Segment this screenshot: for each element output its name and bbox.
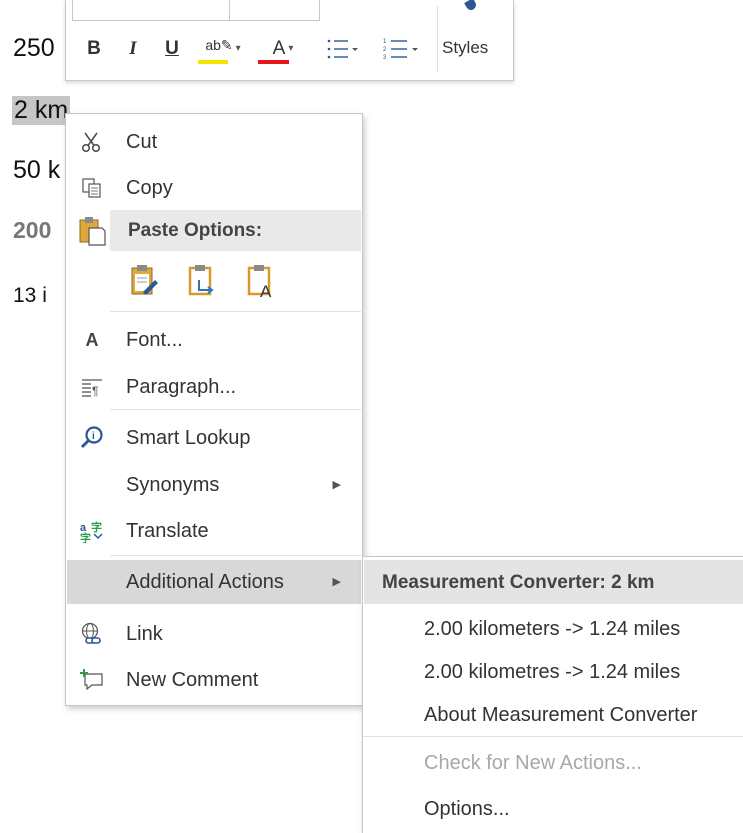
doc-line-2-selected: 2 km: [12, 96, 71, 125]
numbered-list-icon: 1 2 3: [383, 39, 418, 61]
styles-brush-icon: [464, 0, 478, 12]
svg-text:i: i: [92, 431, 95, 442]
menu-item-label: Synonyms: [126, 474, 220, 496]
smart-lookup-icon: i: [79, 425, 105, 451]
menu-item-paragraph[interactable]: ¶ Paragraph...: [67, 365, 361, 409]
menu-item-new-comment[interactable]: New Comment: [67, 658, 361, 702]
paste-keep-text-only-icon[interactable]: A: [246, 262, 278, 300]
menu-item-label: Paragraph...: [126, 376, 237, 398]
styles-button[interactable]: Styles: [442, 38, 488, 58]
translate-icon: a字字: [79, 518, 105, 544]
menu-item-label: New Comment: [126, 669, 259, 691]
menu-item-label: Copy: [126, 177, 173, 199]
menu-item-smart-lookup[interactable]: i Smart Lookup: [67, 416, 361, 460]
new-comment-icon: [79, 667, 105, 693]
chevron-down-icon: ▾: [288, 43, 294, 54]
svg-text:2: 2: [383, 47, 387, 53]
font-selector-boxes[interactable]: [72, 0, 320, 21]
doc-line-5: 13 i: [13, 284, 47, 307]
submenu-item-check-new-actions: Check for New Actions...: [424, 752, 642, 774]
svg-text:字: 字: [80, 531, 91, 543]
submenu-item-options[interactable]: Options...: [424, 798, 510, 821]
paste-keep-formatting-icon[interactable]: [129, 262, 161, 300]
chevron-right-icon: ▶: [332, 479, 341, 491]
menu-item-label: Additional Actions: [126, 571, 284, 593]
font-color-button[interactable]: A ▾: [258, 34, 308, 64]
scissors-icon: [79, 129, 105, 155]
bullets-button[interactable]: [318, 34, 368, 64]
submenu-header-label: Measurement Converter: 2 km: [382, 572, 655, 593]
font-color-glyph: A: [272, 38, 286, 59]
italic-button[interactable]: I: [121, 34, 145, 64]
menu-item-font[interactable]: A Font...: [67, 318, 361, 362]
highlight-glyph: ab: [205, 37, 221, 53]
menu-item-copy[interactable]: Copy: [67, 166, 361, 210]
menu-item-label: Smart Lookup: [126, 427, 251, 449]
svg-text:A: A: [260, 282, 272, 300]
menu-item-translate[interactable]: a字字 Translate: [67, 509, 361, 553]
menu-item-additional-actions[interactable]: Additional Actions ▶: [67, 560, 361, 604]
menu-item-label: Font...: [126, 329, 183, 351]
menu-item-label: Cut: [126, 131, 158, 153]
doc-line-4: 200: [13, 217, 52, 243]
paste-options-label: Paste Options:: [128, 220, 263, 241]
copy-icon: [79, 175, 105, 201]
svg-text:字: 字: [91, 520, 102, 534]
font-icon: A: [85, 329, 99, 350]
paste-icon: [78, 215, 106, 247]
highlight-pen-icon: ✎: [220, 37, 233, 53]
menu-item-synonyms[interactable]: Synonyms ▶: [67, 463, 361, 507]
doc-line-3: 50 k: [13, 156, 61, 184]
bullet-list-icon: [327, 39, 358, 59]
menu-item-cut[interactable]: Cut: [67, 120, 361, 164]
bold-button[interactable]: B: [82, 34, 106, 64]
additional-actions-submenu: Measurement Converter: 2 km 2.00 kilomet…: [362, 556, 743, 833]
measurement-converter-header: Measurement Converter: 2 km: [364, 560, 743, 604]
svg-text:3: 3: [383, 55, 387, 61]
menu-item-link[interactable]: Link: [67, 612, 361, 656]
chevron-down-icon: ▾: [235, 43, 241, 54]
context-menu: Cut Copy Paste Options: A A Font... ¶ Pa…: [65, 113, 363, 706]
numbering-button[interactable]: 1 2 3: [373, 34, 428, 64]
menu-item-label: Translate: [126, 520, 209, 542]
doc-line-1: 250: [13, 34, 55, 62]
submenu-item-kilometers[interactable]: 2.00 kilometers -> 1.24 miles: [424, 618, 680, 641]
chevron-right-icon: ▶: [332, 576, 341, 588]
paste-merge-formatting-icon[interactable]: [187, 262, 219, 300]
submenu-item-kilometres[interactable]: 2.00 kilometres -> 1.24 miles: [424, 661, 680, 684]
underline-button[interactable]: U: [160, 34, 184, 64]
paste-options-header: Paste Options:: [110, 210, 361, 251]
svg-text:1: 1: [383, 39, 387, 45]
highlight-color-bar: [198, 60, 228, 64]
link-globe-icon: [79, 621, 105, 647]
svg-text:¶: ¶: [92, 384, 98, 397]
submenu-item-about[interactable]: About Measurement Converter: [424, 704, 697, 727]
font-color-bar: [258, 60, 289, 64]
paragraph-icon: ¶: [79, 374, 105, 400]
menu-item-label: Link: [126, 623, 163, 645]
mini-toolbar: B I U ab✎ ▾ A ▾ 123 Styles: [65, 0, 514, 81]
highlight-button[interactable]: ab✎ ▾: [196, 34, 250, 64]
